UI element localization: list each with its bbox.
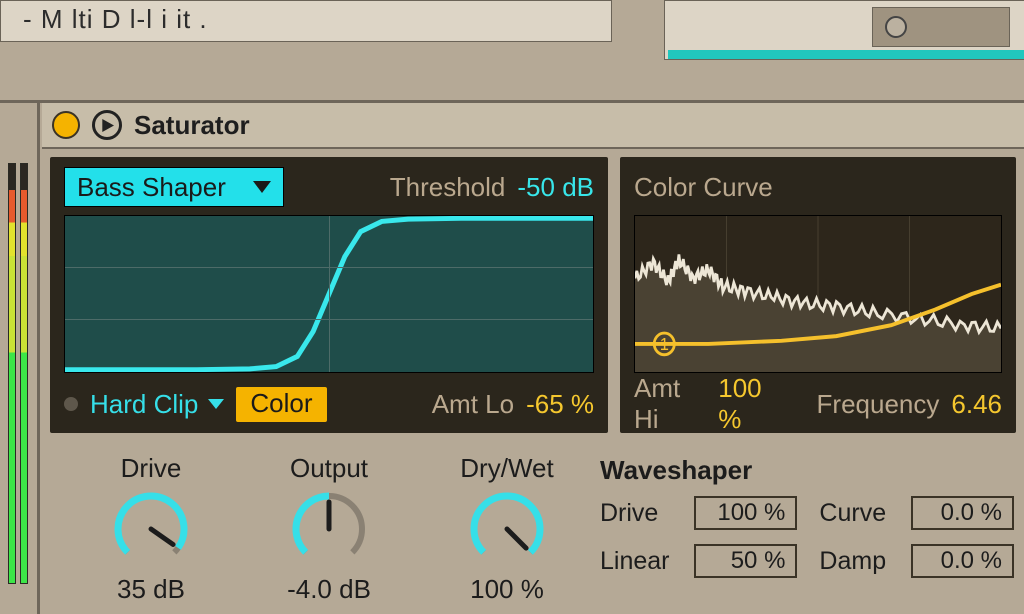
- play-icon: [101, 119, 114, 132]
- svg-text:1: 1: [660, 334, 669, 355]
- amt-hi-label: Amt Hi: [634, 373, 706, 435]
- waveshaper-title: Waveshaper: [600, 455, 1014, 486]
- ws-drive-label: Drive: [600, 499, 672, 528]
- preset-select[interactable]: Bass Shaper: [64, 167, 284, 207]
- output-knob[interactable]: [288, 488, 370, 570]
- ws-linear-label: Linear: [600, 547, 672, 576]
- device-title: Saturator: [134, 110, 250, 141]
- drywet-knob-value[interactable]: 100 %: [470, 574, 544, 605]
- shape-mode-label: Hard Clip: [90, 389, 198, 420]
- drive-knob-block: Drive 35 dB: [66, 453, 236, 605]
- accent-strip: [668, 50, 1024, 59]
- color-curve-display[interactable]: 1: [634, 215, 1002, 373]
- saturator-device: Saturator Bass Shaper Threshold -50 dB: [42, 103, 1024, 614]
- color-curve-title: Color Curve: [634, 167, 1002, 207]
- record-slot[interactable]: [872, 7, 1010, 47]
- threshold-value[interactable]: -50 dB: [517, 172, 594, 203]
- color-button-label: Color: [250, 388, 312, 418]
- ws-drive-value[interactable]: 100 %: [694, 496, 797, 530]
- drive-knob-label: Drive: [121, 453, 182, 484]
- color-toggle-button[interactable]: Color: [236, 387, 326, 422]
- amt-hi-value[interactable]: 100 %: [718, 373, 786, 435]
- frequency-label: Frequency: [817, 389, 940, 420]
- drive-knob-value[interactable]: 35 dB: [117, 574, 185, 605]
- level-meter-right: [20, 163, 28, 584]
- drywet-knob-block: Dry/Wet 100 %: [422, 453, 592, 605]
- output-knob-value[interactable]: -4.0 dB: [287, 574, 371, 605]
- chevron-down-icon: [253, 181, 271, 193]
- shape-mode-select[interactable]: Hard Clip: [90, 389, 224, 420]
- ws-curve-label: Curve: [819, 499, 889, 528]
- spectrum-svg: 1: [635, 216, 1001, 372]
- transfer-curve-display[interactable]: [64, 215, 594, 373]
- drywet-knob-label: Dry/Wet: [460, 453, 553, 484]
- drywet-knob[interactable]: [466, 488, 548, 570]
- meter-gutter: [0, 103, 40, 614]
- saturation-panel: Bass Shaper Threshold -50 dB: [50, 157, 608, 433]
- level-meter-left: [8, 163, 16, 584]
- waveshaper-section: Waveshaper Drive 100 % Curve 0.0 % Linea…: [600, 453, 1014, 605]
- ws-linear-value[interactable]: 50 %: [694, 544, 797, 578]
- ws-curve-value[interactable]: 0.0 %: [911, 496, 1014, 530]
- top-right-panel: [664, 0, 1024, 60]
- clip-led: [64, 397, 78, 411]
- threshold-label: Threshold: [390, 172, 506, 203]
- output-knob-label: Output: [290, 453, 368, 484]
- amt-lo-value[interactable]: -65 %: [526, 389, 594, 420]
- color-curve-panel: Color Curve 1 Amt Hi 100 %: [620, 157, 1016, 433]
- record-icon: [885, 16, 907, 38]
- preview-play-button[interactable]: [92, 110, 122, 140]
- output-knob-block: Output -4.0 dB: [244, 453, 414, 605]
- preset-label: Bass Shaper: [77, 172, 226, 203]
- truncated-title: - M lti D l-l i it .: [23, 4, 208, 35]
- ws-damp-value[interactable]: 0.0 %: [911, 544, 1014, 578]
- ws-damp-label: Damp: [819, 547, 889, 576]
- chevron-down-icon: [208, 399, 224, 409]
- drive-knob[interactable]: [110, 488, 192, 570]
- device-on-indicator[interactable]: [52, 111, 80, 139]
- top-clip-panel: - M lti D l-l i it .: [0, 0, 612, 42]
- frequency-value[interactable]: 6.46: [951, 389, 1002, 420]
- amt-lo-label: Amt Lo: [432, 389, 514, 420]
